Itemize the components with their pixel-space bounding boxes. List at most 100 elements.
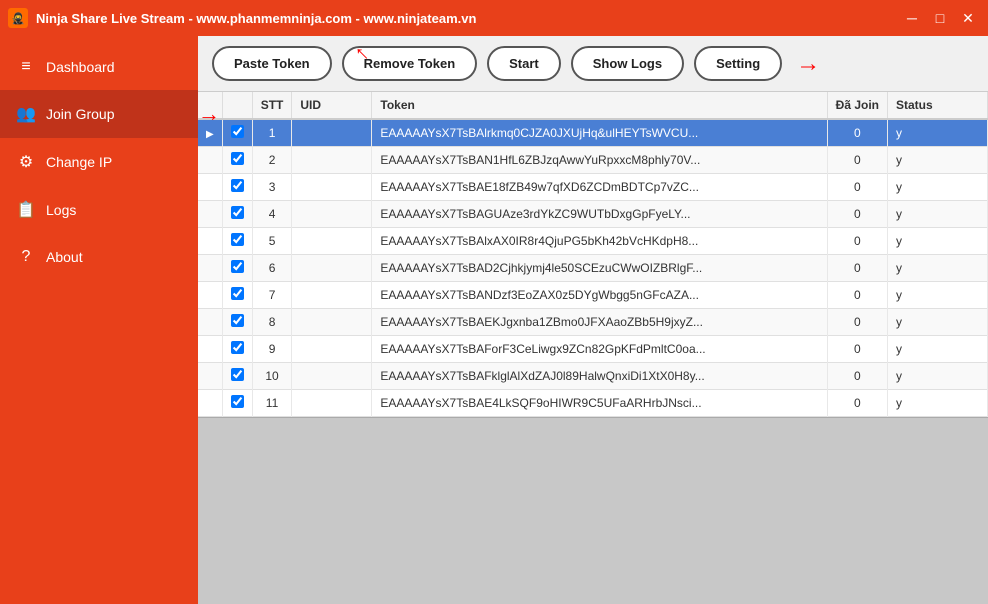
table-row[interactable]: 11EAAAAAYsX7TsBAE4LkSQF9oHIWR9C5UFaARHrb… [198,390,988,417]
row-joined: 0 [827,336,887,363]
row-joined: 0 [827,309,887,336]
sidebar-label-change-ip: Change IP [46,154,112,170]
minimize-button[interactable]: ─ [900,6,924,30]
sidebar-item-about[interactable]: ? About [0,234,198,280]
row-checkbox-cell [222,201,252,228]
table-row[interactable]: 10 EAAAAAYsX7TsBAFklglAlXdZAJ0l89HalwQnxi… [198,363,988,390]
row-token: EAAAAAYsX7TsBAN1HfL6ZBJzqAwwYuRpxxcM8phl… [372,147,827,174]
row-joined: 0 [827,390,887,417]
row-checkbox[interactable] [231,206,244,219]
join-group-arrow-annotation: → [198,101,220,127]
row-status: y [888,201,988,228]
row-checkbox-cell [222,119,252,147]
row-stt: 1 [252,119,292,147]
row-status: y [888,147,988,174]
table-row[interactable]: 2 EAAAAAYsX7TsBAN1HfL6ZBJzqAwwYuRpxxcM8ph… [198,147,988,174]
table-row[interactable]: 9EAAAAAYsX7TsBAForF3CeLiwgx9ZCn82GpKFdPm… [198,336,988,363]
sidebar-label-logs: Logs [46,202,76,218]
app-title: Ninja Share Live Stream - www.phanmemnin… [36,11,476,26]
row-status: y [888,174,988,201]
table-row[interactable]: 8 EAAAAAYsX7TsBAEKJgxnba1ZBmo0JFXAaoZBb5H… [198,309,988,336]
row-stt: 2 [252,147,292,174]
row-stt: 8 [252,309,292,336]
sidebar-item-dashboard[interactable]: ≡ Dashboard [0,44,198,90]
table-row[interactable]: 4EAAAAAYsX7TsBAGUAze3rdYkZC9WUTbDxgGpFye… [198,201,988,228]
row-token: EAAAAAYsX7TsBAE18fZB49w7qfXD6ZCDmBDTCp7v… [372,174,827,201]
row-checkbox[interactable] [231,125,244,138]
col-header-joined: Đã Join [827,92,887,119]
row-arrow [198,228,222,255]
row-stt: 6 [252,255,292,282]
app-icon: 🥷 [8,8,28,28]
row-uid [292,174,372,201]
maximize-button[interactable]: □ [928,6,952,30]
row-checkbox[interactable] [231,152,244,165]
row-arrow [198,201,222,228]
row-checkbox-cell [222,174,252,201]
row-arrow [198,255,222,282]
row-checkbox[interactable] [231,233,244,246]
row-status: y [888,363,988,390]
table-row[interactable]: ▶1EAAAAAYsX7TsBAlrkmq0CJZA0JXUjHq&ulHEYT… [198,119,988,147]
row-token: EAAAAAYsX7TsBAFklglAlXdZAJ0l89HalwQnxiDi… [372,363,827,390]
row-arrow [198,336,222,363]
row-uid [292,255,372,282]
row-arrow [198,282,222,309]
change-ip-icon: ⚙ [16,152,36,172]
row-uid [292,363,372,390]
row-checkbox[interactable] [231,341,244,354]
row-joined: 0 [827,119,887,147]
row-uid [292,228,372,255]
row-checkbox-cell [222,336,252,363]
row-arrow [198,390,222,417]
row-checkbox[interactable] [231,395,244,408]
row-checkbox[interactable] [231,287,244,300]
sidebar-item-logs[interactable]: 📋 Logs [0,186,198,234]
row-checkbox[interactable] [231,368,244,381]
col-header-uid: UID [292,92,372,119]
row-joined: 0 [827,201,887,228]
sidebar: ≡ Dashboard 👥 Join Group → ⚙ Change IP 📋… [0,36,198,604]
row-status: y [888,390,988,417]
table-row[interactable]: 5EAAAAAYsX7TsBAlxAX0IR8r4QjuPG5bKh42bVcH… [198,228,988,255]
start-button[interactable]: Start [487,46,561,81]
row-token: EAAAAAYsX7TsBAD2Cjhkjymj4le50SCEzuCWwOIZ… [372,255,827,282]
row-checkbox-cell [222,390,252,417]
logs-icon: 📋 [16,200,36,220]
show-logs-button[interactable]: Show Logs [571,46,684,81]
row-uid [292,119,372,147]
row-checkbox-cell [222,363,252,390]
row-arrow [198,363,222,390]
row-token: EAAAAAYsX7TsBAEKJgxnba1ZBmo0JFXAaoZBb5H9… [372,309,827,336]
table-row[interactable]: 3EAAAAAYsX7TsBAE18fZB49w7qfXD6ZCDmBDTCp7… [198,174,988,201]
sidebar-label-about: About [46,249,83,265]
row-joined: 0 [827,174,887,201]
row-status: y [888,119,988,147]
row-stt: 10 [252,363,292,390]
paste-token-button[interactable]: Paste Token [212,46,332,81]
row-stt: 4 [252,201,292,228]
setting-button[interactable]: Setting [694,46,782,81]
col-header-stt: STT [252,92,292,119]
row-checkbox[interactable] [231,314,244,327]
row-token: EAAAAAYsX7TsBAlrkmq0CJZA0JXUjHq&ulHEYTsW… [372,119,827,147]
table-row[interactable]: 7EAAAAAYsX7TsBANDzf3EoZAX0z5DYgWbgg5nGFc… [198,282,988,309]
col-header-status: Status [888,92,988,119]
close-button[interactable]: ✕ [956,6,980,30]
row-checkbox[interactable] [231,179,244,192]
row-token: EAAAAAYsX7TsBANDzf3EoZAX0z5DYgWbgg5nGFcA… [372,282,827,309]
toolbar: ↑ Paste Token Remove Token Start Show Lo… [198,36,988,92]
row-token: EAAAAAYsX7TsBAlxAX0IR8r4QjuPG5bKh42bVcHK… [372,228,827,255]
row-checkbox-cell [222,228,252,255]
table-row[interactable]: 6 EAAAAAYsX7TsBAD2Cjhkjymj4le50SCEzuCWwOI… [198,255,988,282]
row-token: EAAAAAYsX7TsBAE4LkSQF9oHIWR9C5UFaARHrbJN… [372,390,827,417]
sidebar-item-join-group[interactable]: 👥 Join Group → [0,90,198,138]
row-status: y [888,255,988,282]
row-checkbox[interactable] [231,260,244,273]
sidebar-label-join-group: Join Group [46,106,114,122]
about-icon: ? [16,248,36,266]
row-uid [292,147,372,174]
sidebar-item-change-ip[interactable]: ⚙ Change IP [0,138,198,186]
row-arrow [198,309,222,336]
row-arrow [198,147,222,174]
